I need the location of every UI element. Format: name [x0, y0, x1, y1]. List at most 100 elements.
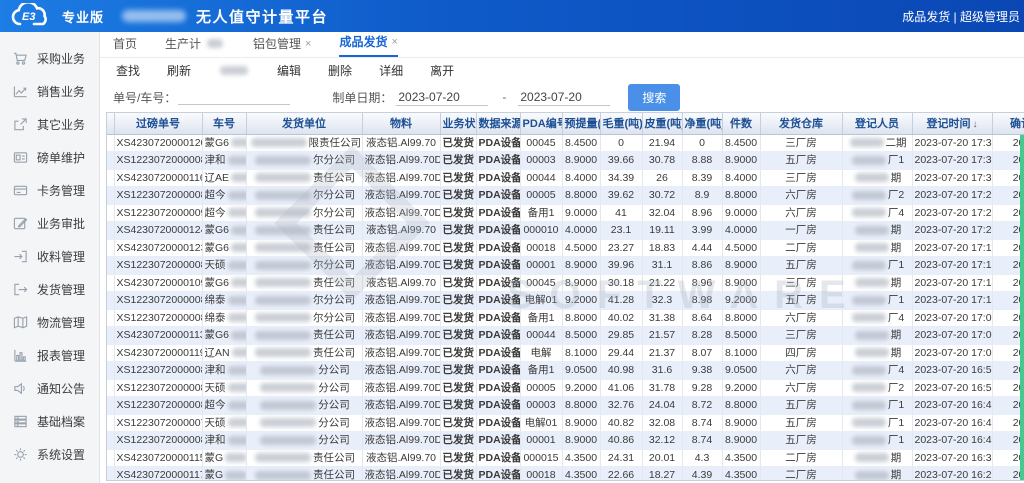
scrollbar-thumb[interactable]	[1020, 135, 1024, 480]
tab-home[interactable]: 首页	[113, 35, 137, 57]
bill-vehicle-input[interactable]	[178, 89, 290, 105]
table-row[interactable]: XS4230720000120蒙G6限责任公司液态铝.Al99.70已发货PDA…	[107, 134, 1024, 152]
cell-status: 已发货	[440, 397, 476, 415]
blurred-text	[855, 348, 889, 357]
table-row[interactable]: XS4230720000109蒙G6责任公司液态铝.Al99.70已发货PDA设…	[107, 274, 1024, 292]
delete-button[interactable]: 删除	[328, 62, 352, 79]
sidebar-item-card[interactable]: 卡务管理	[0, 174, 99, 207]
user-info[interactable]: 成品发货 | 超级管理员	[902, 8, 1024, 25]
table-row[interactable]: XS4230720000113蒙G6责任公司液态铝.Al99.70DT已发货PD…	[107, 327, 1024, 345]
col-header-company[interactable]: 发货单位	[246, 113, 362, 134]
leave-button[interactable]: 离开	[430, 62, 454, 79]
col-header-confirm_time[interactable]: 确认时间	[992, 113, 1024, 134]
col-header-pda[interactable]: PDA编号	[520, 113, 562, 134]
top-header-bar: E3 专业版 无人值守计量平台 成品发货 | 超级管理员	[0, 0, 1024, 32]
table-row[interactable]: XS4230720000119辽AN责任公司液态铝.Al99.70DT已发货PD…	[107, 344, 1024, 362]
blurred-toolbar-button[interactable]	[218, 66, 250, 75]
col-header-bill_no[interactable]: 过磅单号	[114, 113, 202, 134]
vertical-scrollbar[interactable]	[1020, 135, 1024, 480]
col-header-source[interactable]: 数据来源	[476, 113, 520, 134]
tab-production-plan[interactable]: 生产计	[165, 35, 225, 57]
cell-material: 液态铝.Al99.70DT	[362, 379, 440, 397]
table-row[interactable]: XS12230720000083天硕分公司液态铝.Al99.70DT已发货PDA…	[107, 379, 1024, 397]
table-row[interactable]: XS12230720000089津和尔分公司液态铝.Al99.70DT已发货PD…	[107, 152, 1024, 170]
cell-status: 已发货	[440, 379, 476, 397]
cell-source: PDA设备	[476, 467, 520, 482]
sidebar-item-receiving[interactable]: 收料管理	[0, 240, 99, 273]
sidebar-item-base-files[interactable]: 基础档案	[0, 405, 99, 438]
close-icon[interactable]: ×	[392, 36, 398, 48]
blurred-text	[855, 243, 889, 252]
close-icon[interactable]: ×	[305, 38, 311, 50]
table-row[interactable]: XS12230720000084津和分公司液态铝.Al99.70DT已发货PDA…	[107, 432, 1024, 450]
tab-aluminum-package[interactable]: 铝包管理×	[253, 35, 311, 57]
bar-chart-icon	[13, 348, 28, 363]
cell-pieces: 4.3500	[722, 467, 760, 482]
table-row[interactable]: XS12230720000086绵泰尔分公司液态铝.Al99.70DT已发货PD…	[107, 292, 1024, 310]
sidebar-item-reports[interactable]: 报表管理	[0, 339, 99, 372]
detail-button[interactable]: 详细	[379, 62, 403, 79]
col-header-net[interactable]: 净重(吨)	[682, 113, 722, 134]
col-header-registrar[interactable]: 登记人员	[842, 113, 912, 134]
col-header-tare[interactable]: 皮重(吨)	[642, 113, 682, 134]
sidebar-item-shipping[interactable]: 发货管理	[0, 273, 99, 306]
cell-material: 液态铝.Al99.70	[362, 134, 440, 152]
cell-planned: 8.8000	[562, 397, 600, 415]
sidebar-item-sales[interactable]: 销售业务	[0, 75, 99, 108]
col-header-warehouse[interactable]: 发货仓库	[760, 113, 842, 134]
arrow-in-icon	[13, 249, 28, 264]
sidebar-item-weigh-slip[interactable]: 磅单维护	[0, 141, 99, 174]
col-header-vehicle[interactable]: 车号	[202, 113, 246, 134]
blurred-text	[255, 296, 311, 305]
app-window: E3 专业版 无人值守计量平台 成品发货 | 超级管理员 采购业务 销售业务 其…	[0, 0, 1024, 483]
cell-tare: 21.94	[642, 134, 682, 152]
col-header-reg_time[interactable]: 登记时间↓	[912, 113, 992, 134]
table-row[interactable]: XS4230720000123蒙G6责任公司液态铝.Al99.70DT已发货PD…	[107, 239, 1024, 257]
col-header-indicator[interactable]	[107, 113, 114, 134]
sidebar-item-approval[interactable]: 业务审批	[0, 207, 99, 240]
cell-reg_time: 2023-07-20 16:39	[912, 449, 992, 467]
table-row[interactable]: XS4230720000124蒙G6责任公司液态铝.Al99.70已发货PDA设…	[107, 222, 1024, 240]
blurred-text	[852, 366, 886, 375]
blurred-text	[255, 348, 311, 357]
table-row[interactable]: XS12230720000082绵泰尔分公司液态铝.Al99.70DT已发货PD…	[107, 309, 1024, 327]
cell-tare: 31.6	[642, 362, 682, 380]
cell-source: PDA设备	[476, 222, 520, 240]
refresh-button[interactable]: 刷新	[167, 62, 191, 79]
col-header-status[interactable]: 业务状态	[440, 113, 476, 134]
table-row[interactable]: XS12230720000090超今尔分公司液态铝.Al99.70DT已发货PD…	[107, 204, 1024, 222]
sidebar-item-settings[interactable]: 系统设置	[0, 438, 99, 471]
cell-material: 液态铝.Al99.70DT	[362, 239, 440, 257]
cell-pda: 000010	[520, 222, 562, 240]
cell-company: 尔分公司	[246, 152, 362, 170]
cell-company: 分公司	[246, 379, 362, 397]
table-row[interactable]: XS4230720000116辽AE责任公司液态铝.Al99.70DT已发货PD…	[107, 169, 1024, 187]
tab-finished-goods-shipping[interactable]: 成品发货×	[339, 33, 397, 57]
edit-button[interactable]: 编辑	[277, 62, 301, 79]
table-row[interactable]: XS12230720000085超今分公司液态铝.Al99.70DT已发货PDA…	[107, 397, 1024, 415]
table-row[interactable]: XS12230720000079天硕分公司液态铝.Al99.70DT已发货PDA…	[107, 414, 1024, 432]
sidebar-nav: 采购业务 销售业务 其它业务 磅单维护 卡务管理 业务审批	[0, 32, 100, 483]
col-header-pieces[interactable]: 件数	[722, 113, 760, 134]
sidebar-item-purchase[interactable]: 采购业务	[0, 42, 99, 75]
cell-registrar: 期	[842, 467, 912, 482]
cell-pieces: 4.3500	[722, 449, 760, 467]
table-row[interactable]: XS12230720000087津和分公司液态铝.Al99.70DT已发货PDA…	[107, 362, 1024, 380]
cell-registrar: 厂1	[842, 257, 912, 275]
col-header-gross[interactable]: 毛重(吨)	[600, 113, 642, 134]
sidebar-item-other[interactable]: 其它业务	[0, 108, 99, 141]
table-row[interactable]: XS4230720000115蒙G责任公司液态铝.Al99.70已发货PDA设备…	[107, 449, 1024, 467]
blurred-text	[255, 208, 311, 217]
table-row[interactable]: XS12230720000080天硕尔分公司液态铝.Al99.70DT已发货PD…	[107, 257, 1024, 275]
table-row[interactable]: XS12230720000088超今尔分公司液态铝.Al99.70DT已发货PD…	[107, 187, 1024, 205]
date-from-field[interactable]: 2023-07-20	[396, 89, 488, 106]
sidebar-item-notices[interactable]: 通知公告	[0, 372, 99, 405]
table-row[interactable]: XS4230720000117蒙G责任公司液态铝.Al99.70DT已发货PDA…	[107, 467, 1024, 482]
date-to-field[interactable]: 2023-07-20	[518, 89, 610, 106]
search-button[interactable]: 搜索	[628, 84, 680, 111]
col-header-planned[interactable]: 预提量(吨)	[562, 113, 600, 134]
find-button[interactable]: 查找	[116, 62, 140, 79]
col-header-material[interactable]: 物料	[362, 113, 440, 134]
sidebar-item-logistics[interactable]: 物流管理	[0, 306, 99, 339]
filter-bar: 单号/车号： 制单日期： 2023-07-20 - 2023-07-20 搜索	[100, 82, 1024, 112]
